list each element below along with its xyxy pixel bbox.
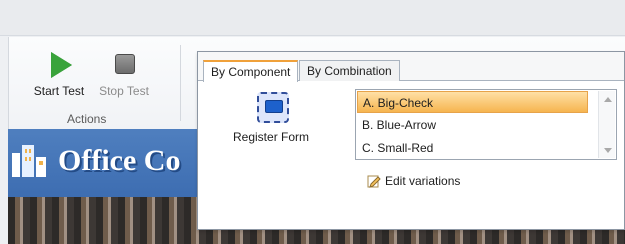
component-label: Register Form: [233, 130, 310, 144]
tab-strip: By Component By Combination: [198, 52, 624, 82]
list-item-big-check[interactable]: A. Big-Check: [357, 91, 588, 113]
pencil-icon: [367, 175, 381, 188]
edit-variations-link[interactable]: Edit variations: [366, 173, 460, 189]
form-component-icon[interactable]: [257, 92, 289, 123]
actions-group-label: Actions: [67, 112, 107, 126]
variation-dropdown-panel: By Component By Combination Register For…: [197, 51, 625, 230]
tab-by-component[interactable]: By Component: [203, 60, 299, 82]
screen: Start Test Stop Test Actions Office Co B…: [0, 0, 625, 244]
scroll-up-icon[interactable]: [604, 97, 612, 102]
edit-variations-label: Edit variations: [385, 174, 461, 188]
start-test-button[interactable]: Start Test: [27, 51, 91, 98]
stop-icon: [112, 51, 136, 79]
variation-listbox[interactable]: A. Big-Check B. Blue-Arrow C. Small-Red: [355, 89, 617, 160]
start-test-label: Start Test: [33, 84, 85, 98]
stop-test-button[interactable]: Stop Test: [91, 51, 157, 98]
list-item-blue-arrow[interactable]: B. Blue-Arrow: [357, 114, 588, 136]
top-strip: [0, 0, 625, 36]
banner-title: Office Co: [58, 144, 181, 177]
ribbon-divider: [180, 45, 181, 121]
stop-test-label: Stop Test: [99, 84, 149, 98]
listbox-scrollbar[interactable]: [598, 91, 615, 158]
play-icon: [47, 51, 72, 79]
scroll-down-icon[interactable]: [604, 148, 612, 153]
list-item-small-red[interactable]: C. Small-Red: [357, 137, 588, 159]
building-logo-icon: [12, 145, 46, 177]
tab-by-combination[interactable]: By Combination: [299, 60, 400, 81]
